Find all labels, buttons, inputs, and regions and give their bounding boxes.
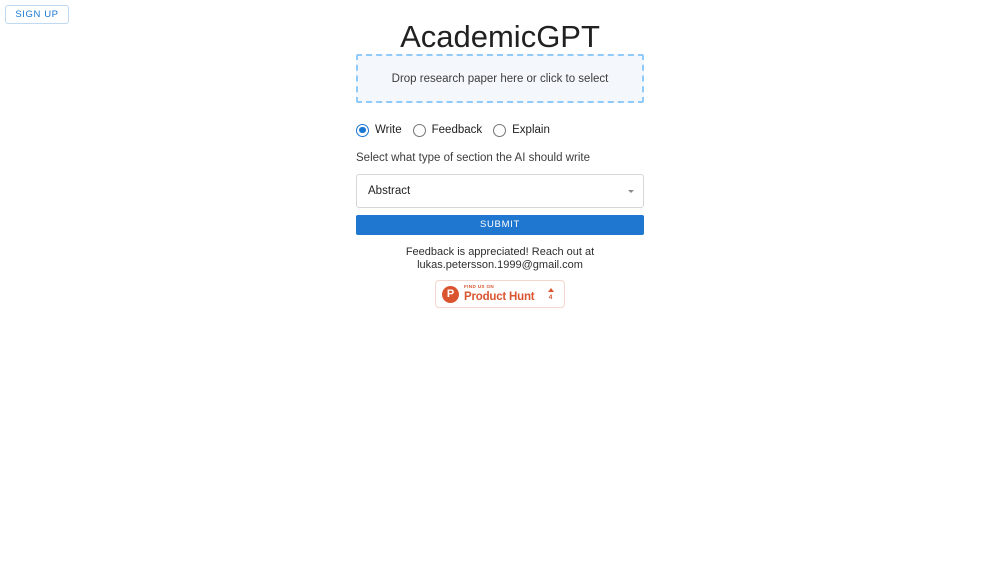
product-hunt-badge[interactable]: P FIND US ON Product Hunt 4: [435, 280, 565, 308]
product-hunt-upvote[interactable]: 4: [544, 287, 557, 301]
product-hunt-texts: FIND US ON Product Hunt: [464, 285, 544, 303]
submit-button[interactable]: SUBMIT: [356, 215, 644, 235]
feedback-email: lukas.petersson.1999@gmail.com: [417, 259, 583, 271]
mode-radio-group: Write Feedback Explain: [356, 120, 644, 140]
radio-label-feedback: Feedback: [431, 124, 483, 136]
main-form: Drop research paper here or click to sel…: [356, 54, 644, 308]
radio-option-feedback[interactable]: Feedback: [412, 123, 483, 137]
radio-label-write: Write: [375, 124, 402, 136]
section-select-label: Select what type of section the AI shoul…: [356, 152, 590, 164]
chevron-down-icon: [628, 189, 634, 193]
product-hunt-kicker: FIND US ON: [464, 284, 495, 290]
file-dropzone[interactable]: Drop research paper here or click to sel…: [356, 54, 644, 103]
dropzone-label: Drop research paper here or click to sel…: [391, 72, 609, 85]
section-select[interactable]: Abstract: [356, 174, 644, 208]
radio-label-explain: Explain: [512, 124, 550, 136]
product-hunt-logo-icon: P: [442, 285, 459, 303]
radio-option-explain[interactable]: Explain: [493, 123, 550, 137]
product-hunt-name: Product Hunt: [464, 290, 535, 303]
page-title: AcademicGPT: [400, 19, 600, 54]
upvote-triangle-icon: [547, 287, 554, 292]
section-select-value: Abstract: [368, 185, 411, 197]
product-hunt-upvote-count: 4: [548, 293, 553, 301]
radio-mark-icon: [493, 123, 507, 137]
feedback-line-1: Feedback is appreciated! Reach out at: [405, 246, 595, 258]
radio-mark-icon: [412, 123, 426, 137]
radio-mark-icon: [356, 123, 369, 137]
product-hunt-container: P FIND US ON Product Hunt 4: [356, 280, 644, 308]
feedback-text: Feedback is appreciated! Reach out at lu…: [356, 246, 644, 272]
radio-option-write[interactable]: Write: [356, 123, 402, 137]
